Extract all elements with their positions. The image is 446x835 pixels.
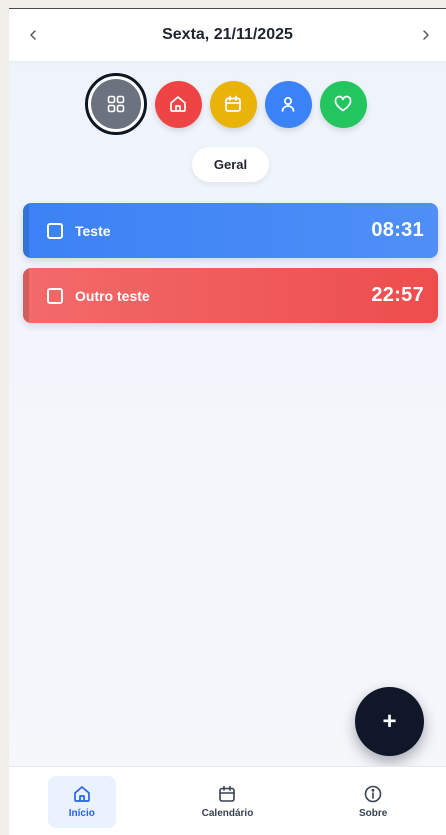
category-filter-label[interactable]: Geral <box>192 147 269 182</box>
calendar-icon <box>219 785 236 802</box>
nav-tab-label: Sobre <box>358 808 388 819</box>
app-window: Sexta, 21/11/2025 Geral Teste 08:31 Outr… <box>9 8 446 835</box>
task-time: 08:31 <box>371 219 424 241</box>
nav-tab-sobre[interactable]: Sobre <box>339 776 407 828</box>
task-checkbox[interactable] <box>47 222 63 239</box>
nav-tab-label: Início <box>68 808 95 819</box>
category-calendar-button[interactable] <box>209 80 257 128</box>
bottom-navigation: Início Calendário Sobre <box>9 766 446 835</box>
chevron-left-icon <box>30 30 36 40</box>
home-icon <box>170 96 186 112</box>
add-task-button[interactable]: + <box>355 687 424 756</box>
task-name: Outro teste <box>75 287 150 304</box>
task-item[interactable]: Teste 08:31 <box>23 203 438 258</box>
date-title: Sexta, 21/11/2025 <box>162 26 293 43</box>
category-home-button[interactable] <box>154 80 202 128</box>
nav-tab-inicio[interactable]: Início <box>47 775 116 828</box>
calendar-icon <box>225 95 241 112</box>
info-icon <box>364 785 382 803</box>
category-all-button[interactable] <box>84 73 147 135</box>
heart-icon <box>334 95 352 112</box>
nav-tab-label: Calendário <box>201 808 254 819</box>
task-time: 22:57 <box>371 284 424 306</box>
date-header: Sexta, 21/11/2025 <box>9 9 446 61</box>
task-item[interactable]: Outro teste 22:57 <box>23 268 438 323</box>
nav-tab-calendario[interactable]: Calendário <box>193 776 261 828</box>
category-person-button[interactable] <box>264 80 312 128</box>
chevron-right-icon <box>423 30 429 40</box>
category-health-button[interactable] <box>319 80 367 128</box>
next-day-button[interactable] <box>406 9 446 61</box>
category-all-fill <box>90 79 141 129</box>
user-icon <box>281 96 295 112</box>
grid-icon <box>107 95 124 113</box>
category-filter-bar <box>9 73 446 135</box>
prev-day-button[interactable] <box>13 9 53 61</box>
task-checkbox[interactable] <box>47 287 63 304</box>
task-name: Teste <box>75 222 111 239</box>
home-icon <box>73 786 90 802</box>
